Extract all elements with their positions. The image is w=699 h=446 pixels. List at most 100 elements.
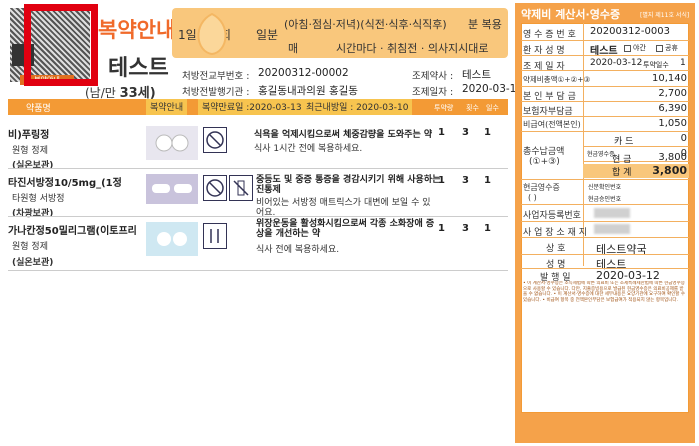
cash-receipt-label: 현금영수증 [587,151,615,158]
dose-interval: 시간마다 · 취침전 · 의사지시대로 [336,42,489,55]
holiday-label: 공휴 [665,44,678,52]
drug-2-storage: (차광보관) [12,209,54,219]
dose-panel: 1일 회 일분 (아침·점심·저녁)(식전·식후·식직후) 분 복용 매 시간마… [172,8,508,58]
night-checkbox[interactable] [624,45,631,52]
dispense-days: 1 [680,58,686,68]
col-guide: 복약안내 [146,99,188,115]
receipt-fine-print: • 이 계산서·영수증은 소득세법에 따른 의료비 또는 조세특례제한법에 따른… [523,281,686,303]
col-drug: 약품명 [26,104,51,114]
meal-times: (아침·점심·저녁)(식전·식후·식직후) [284,18,447,31]
drug-2-image [146,174,198,204]
receipt-divider [521,131,689,132]
dispense-days-label: 투약일수 [643,61,669,69]
dispense-date: 2020-03-12 [462,83,524,95]
receipt-divider [521,40,689,41]
patient-name: 테스트 [108,56,169,81]
receipt-divider [521,101,689,102]
drug-1-dose: 1 [438,127,445,138]
brand-title: 복약안내 [98,18,176,42]
receipt-divider [521,86,689,87]
drug-3-type: 원형 정제 [12,242,48,252]
drug-2-alcohol-icon [229,175,253,201]
night-label: 야간 [633,44,646,52]
total-amount: 10,140 [652,73,687,84]
gender-age-prefix: (남/만 [85,86,116,100]
no-drive-icon [206,179,224,197]
drug-2-times: 3 [462,175,469,186]
dose-label: 분 복용 [468,18,502,31]
receipt-divider [521,237,689,238]
pill-icon [157,232,187,246]
drug-2-desc1: 중등도 및 중증 통증을 경감시키기 위해 사용하는 진통제 [256,175,441,196]
drug-3-storage: (실온보관) [12,258,54,268]
issuer-label: 처방전발행기관 : [182,87,250,98]
approval-label: 신분확인번호 [588,184,622,191]
insurer-pay: 6,390 [658,103,687,114]
drug-2-type: 타원형 서방정 [12,194,65,204]
drug-3-desc1: 위장운동을 활성화시킴으로써 각종 소화장애 증상을 개선하는 약 [256,219,435,240]
address-redacted [594,224,630,234]
receipt-divider [521,70,689,71]
col-dose: 투약량 [434,104,454,112]
drug-3-desc2: 식사 전에 복용하세요. [256,245,340,255]
drug-3-days: 1 [484,223,491,234]
drug-2-days: 1 [484,175,491,186]
drug-3-meal-icon [203,223,227,249]
receipt-ref: [별지 제11호 서식] [640,12,690,19]
non-covered-label: 비급여(전액본인) [523,120,581,129]
pharmacist-label: 조제약사 : [412,71,454,82]
receipt-divider [521,116,689,117]
no-alcohol-icon [233,180,249,196]
row-divider [8,168,508,169]
receipt-title: 약제비 계산서·영수증 [521,8,621,21]
biz-no-redacted [594,208,630,218]
drug-3-image [146,222,198,256]
drug-2-name: 타진서방정10/5mg_(1정 [8,178,122,189]
card-amount: 0 [680,133,687,144]
dose-every: 매 [288,42,299,55]
pharmacy-name-label: 상 호 [546,244,566,254]
drug-1-storage: (실온보관) [12,161,54,171]
drug-1-days: 1 [484,127,491,138]
row-divider [8,270,508,271]
col-days: 일수 [486,104,499,112]
receipt-divider [521,55,689,56]
total-amount-label: 약제비총액①+②+③ [523,75,591,84]
before-meal-icon [210,229,219,243]
drug-1-times: 3 [462,127,469,138]
next-visit: 최근내방일 : 2020-03-10 [302,99,413,115]
dose-count: 일분 [256,28,279,42]
receipt-divider [583,146,689,147]
sum-label: 합 계 [612,168,632,178]
pill-icon [152,184,192,193]
drug-1-type: 원형 정제 [12,146,48,156]
expiry-date: 복약만료일 :2020-03-13 [198,99,306,115]
approval-no-label: 현금승인번호 [588,196,622,203]
issuer: 홍길동내과의원 홍길동 [258,85,358,97]
holiday-checkbox[interactable] [656,45,663,52]
cash-receipt-id-label: 현금영수증 [523,183,560,192]
receipt-no: 20200312-0003 [590,26,670,37]
cash-receipt-id-sub: ( ) [528,193,537,202]
total-paid-sub: (①+③) [529,157,560,167]
self-pay: 2,700 [658,88,687,99]
highlight-box [24,4,98,86]
pharmacist: 테스트 [462,69,491,81]
receipt-no-label: 영 수 증 번 호 [523,30,576,40]
drug-3-times: 3 [462,223,469,234]
drug-1-name: 비)푸링정 [8,130,50,141]
drug-1-meal-icon [203,127,227,153]
receipt-divider [521,204,689,205]
non-covered: 1,050 [658,118,687,129]
drug-2-warning-icon [203,175,227,201]
sum-amount: 3,800 [652,164,687,177]
receipt-divider [521,179,689,180]
dispense-date-label: 조제일자 : [412,87,454,98]
pill-icon [155,134,189,152]
r-dispense-date: 2020-03-12 [590,58,643,68]
drug-1-image [146,126,198,160]
receipt-divider [521,254,689,255]
no-food-icon [206,131,224,149]
biz-no-label: 사업자등록번호 [523,211,581,221]
rx-number: 20200312-00002 [258,67,349,79]
